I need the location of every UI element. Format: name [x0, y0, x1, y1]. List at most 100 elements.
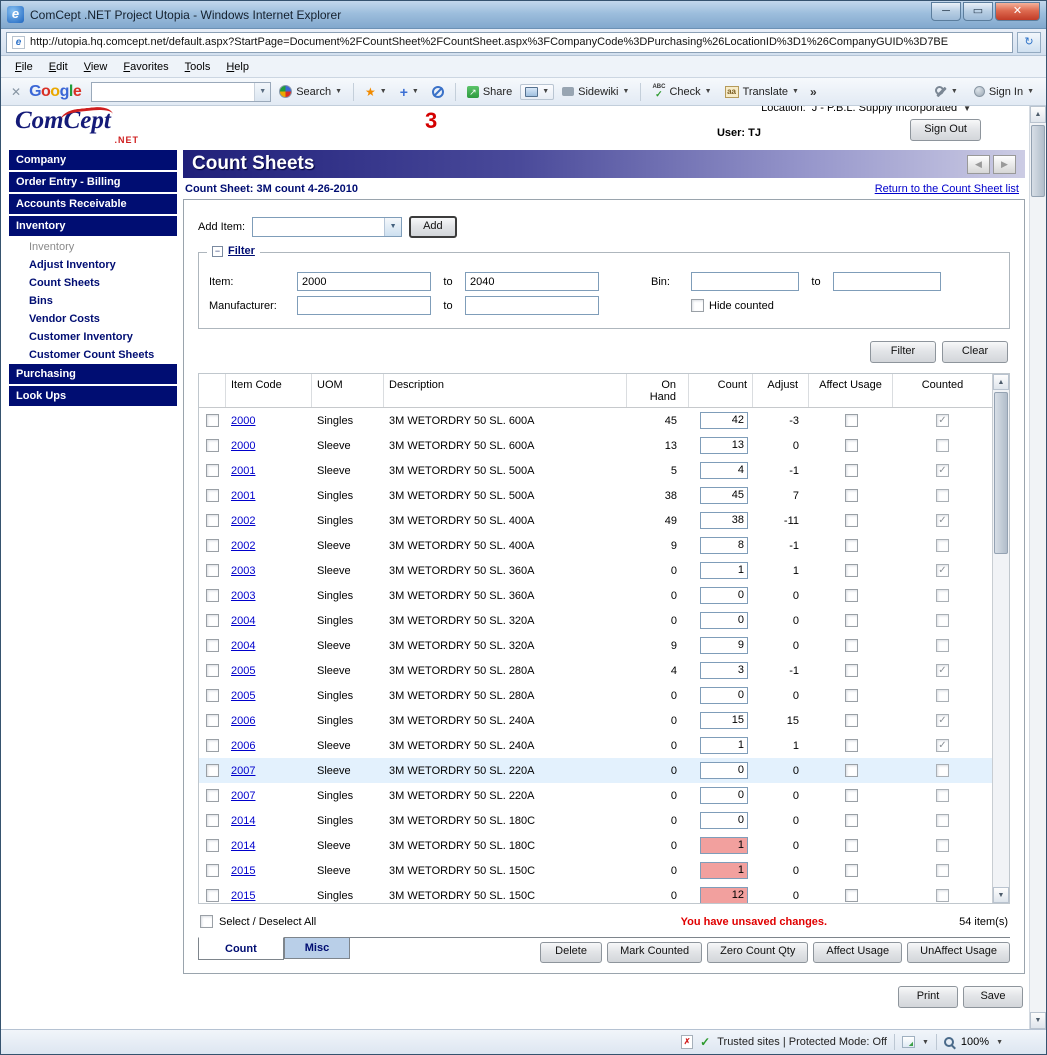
save-button[interactable]: Save: [963, 986, 1023, 1008]
menu-tools[interactable]: Tools: [177, 59, 219, 75]
row-select-checkbox[interactable]: [206, 889, 219, 902]
table-scrollbar[interactable]: ▲ ▼: [992, 374, 1009, 903]
row-select-checkbox[interactable]: [206, 689, 219, 702]
item-code-link[interactable]: 2001: [231, 465, 255, 477]
collapse-filter-icon[interactable]: −: [212, 246, 223, 257]
scroll-down-icon[interactable]: ▼: [1030, 1012, 1046, 1029]
sidebar-subitem-customer-count-sheets[interactable]: Customer Count Sheets: [9, 346, 177, 364]
affect-usage-checkbox[interactable]: [845, 614, 858, 627]
maximize-button[interactable]: ▭: [963, 2, 993, 21]
item-code-link[interactable]: 2004: [231, 640, 255, 652]
sidebar-subitem-count-sheets[interactable]: Count Sheets: [9, 274, 177, 292]
scroll-down-icon[interactable]: ▼: [993, 887, 1009, 903]
count-input[interactable]: 0: [700, 687, 748, 704]
affect-usage-checkbox[interactable]: [845, 689, 858, 702]
row-select-checkbox[interactable]: [206, 414, 219, 427]
row-select-checkbox[interactable]: [206, 764, 219, 777]
scrollbar-thumb[interactable]: [994, 392, 1008, 554]
row-select-checkbox[interactable]: [206, 789, 219, 802]
count-input[interactable]: 38: [700, 512, 748, 529]
menu-help[interactable]: Help: [218, 59, 257, 75]
print-button[interactable]: Print: [898, 986, 958, 1008]
affect-usage-checkbox[interactable]: [845, 439, 858, 452]
count-input[interactable]: 1: [700, 862, 748, 879]
affect-usage-checkbox[interactable]: [845, 789, 858, 802]
affect-usage-checkbox[interactable]: [845, 464, 858, 477]
return-to-list-link[interactable]: Return to the Count Sheet list: [875, 183, 1019, 195]
row-select-checkbox[interactable]: [206, 739, 219, 752]
spellcheck-button[interactable]: ABC✓ Check ▼: [647, 81, 716, 102]
row-select-checkbox[interactable]: [206, 864, 219, 877]
sidebar-subitem-vendor-costs[interactable]: Vendor Costs: [9, 310, 177, 328]
next-page-icon[interactable]: ▶: [993, 155, 1016, 174]
item-code-link[interactable]: 2002: [231, 540, 255, 552]
affect-usage-checkbox[interactable]: [845, 764, 858, 777]
manufacturer-from-input[interactable]: [297, 296, 431, 315]
item-code-link[interactable]: 2006: [231, 740, 255, 752]
affect-usage-checkbox[interactable]: [845, 589, 858, 602]
row-select-checkbox[interactable]: [206, 539, 219, 552]
affect-usage-checkbox[interactable]: [845, 539, 858, 552]
autofill-button[interactable]: ▼: [520, 84, 554, 100]
item-code-link[interactable]: 2000: [231, 440, 255, 452]
item-code-link[interactable]: 2014: [231, 840, 255, 852]
filter-legend-label[interactable]: Filter: [228, 245, 255, 257]
row-select-checkbox[interactable]: [206, 814, 219, 827]
row-select-checkbox[interactable]: [206, 839, 219, 852]
sidebar-subitem-adjust-inventory[interactable]: Adjust Inventory: [9, 256, 177, 274]
row-select-checkbox[interactable]: [206, 489, 219, 502]
affect-usage-checkbox[interactable]: [845, 714, 858, 727]
affect-usage-checkbox[interactable]: [845, 564, 858, 577]
tab-count[interactable]: Count: [198, 937, 284, 960]
share-button[interactable]: ↗ Share: [462, 83, 517, 101]
menu-view[interactable]: View: [76, 59, 116, 75]
affect-usage-checkbox[interactable]: [845, 639, 858, 652]
count-input[interactable]: 8: [700, 537, 748, 554]
affect-usage-checkbox[interactable]: [845, 889, 858, 902]
google-search-input[interactable]: ▼: [91, 82, 271, 102]
item-to-input[interactable]: [465, 272, 599, 291]
item-code-link[interactable]: 2003: [231, 565, 255, 577]
sidebar-item-order-entry-billing[interactable]: Order Entry - Billing: [9, 172, 177, 192]
count-input[interactable]: 0: [700, 812, 748, 829]
item-code-link[interactable]: 2014: [231, 815, 255, 827]
item-code-link[interactable]: 2007: [231, 765, 255, 777]
zero-count-qty-button[interactable]: Zero Count Qty: [707, 942, 808, 963]
row-select-checkbox[interactable]: [206, 439, 219, 452]
go-button[interactable]: ↻: [1017, 32, 1041, 53]
affect-usage-checkbox[interactable]: [845, 839, 858, 852]
sidebar-item-accounts-receivable[interactable]: Accounts Receivable: [9, 194, 177, 214]
item-code-link[interactable]: 2005: [231, 690, 255, 702]
row-select-checkbox[interactable]: [206, 589, 219, 602]
bookmark-button[interactable]: ★▼: [360, 82, 392, 102]
bin-from-input[interactable]: [691, 272, 799, 291]
row-select-checkbox[interactable]: [206, 614, 219, 627]
count-input[interactable]: 9: [700, 637, 748, 654]
sign-out-button[interactable]: Sign Out: [910, 119, 981, 141]
url-field[interactable]: e http://utopia.hq.comcept.net/default.a…: [6, 32, 1013, 53]
item-code-link[interactable]: 2002: [231, 515, 255, 527]
sidewiki-button[interactable]: Sidewiki ▼: [557, 83, 634, 101]
item-code-link[interactable]: 2007: [231, 790, 255, 802]
count-input[interactable]: 1: [700, 562, 748, 579]
search-history-arrow-icon[interactable]: ▼: [254, 83, 270, 101]
manufacturer-to-input[interactable]: [465, 296, 599, 315]
location-select[interactable]: Location: J - P.B.L. Supply Incorporated…: [761, 106, 971, 114]
sidebar-subitem-bins[interactable]: Bins: [9, 292, 177, 310]
zoom-level-label[interactable]: 100%: [961, 1036, 989, 1048]
close-button[interactable]: ✕: [995, 2, 1040, 21]
count-input[interactable]: 0: [700, 787, 748, 804]
hide-counted-checkbox[interactable]: [691, 299, 704, 312]
affect-usage-checkbox[interactable]: [845, 864, 858, 877]
scroll-up-icon[interactable]: ▲: [993, 374, 1009, 390]
row-select-checkbox[interactable]: [206, 564, 219, 577]
sidebar-item-company[interactable]: Company: [9, 150, 177, 170]
item-code-link[interactable]: 2000: [231, 415, 255, 427]
menu-favorites[interactable]: Favorites: [115, 59, 176, 75]
item-code-link[interactable]: 2003: [231, 590, 255, 602]
page-error-icon[interactable]: ✗: [681, 1035, 693, 1049]
count-input[interactable]: 0: [700, 612, 748, 629]
mark-counted-button[interactable]: Mark Counted: [607, 942, 702, 963]
item-from-input[interactable]: [297, 272, 431, 291]
sidebar-subitem-inventory[interactable]: Inventory: [9, 238, 177, 256]
